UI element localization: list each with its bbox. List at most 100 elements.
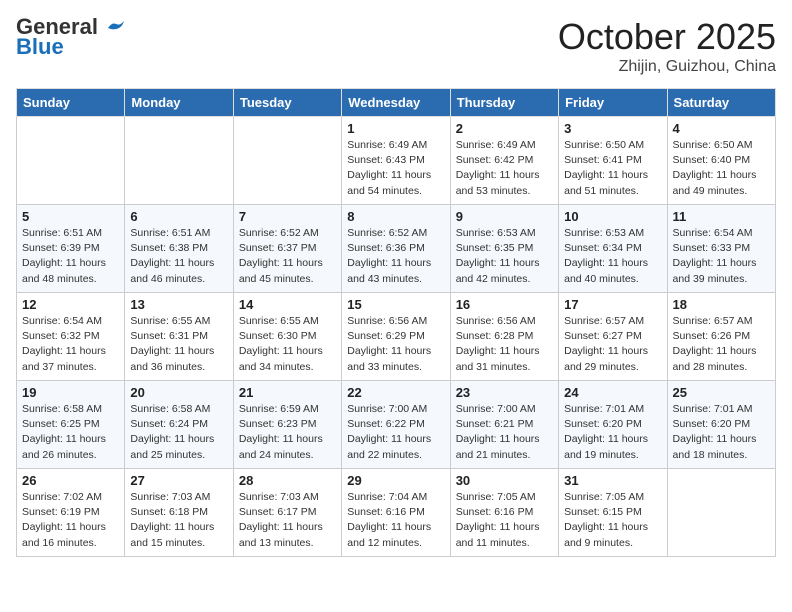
day-info: Sunrise: 6:51 AM Sunset: 6:38 PM Dayligh… bbox=[130, 226, 227, 287]
calendar-cell: 7Sunrise: 6:52 AM Sunset: 6:37 PM Daylig… bbox=[233, 205, 341, 293]
calendar-cell: 13Sunrise: 6:55 AM Sunset: 6:31 PM Dayli… bbox=[125, 293, 233, 381]
day-number: 9 bbox=[456, 209, 553, 224]
location: Zhijin, Guizhou, China bbox=[558, 58, 776, 76]
day-number: 3 bbox=[564, 121, 661, 136]
calendar-cell: 1 Sunrise: 6:49 AM Sunset: 6:43 PM Daylig… bbox=[342, 117, 450, 205]
day-info: Sunrise: 6:55 AM Sunset: 6:31 PM Dayligh… bbox=[130, 314, 227, 375]
day-number: 28 bbox=[239, 473, 336, 488]
calendar-cell: 24Sunrise: 7:01 AM Sunset: 6:20 PM Dayli… bbox=[559, 381, 667, 469]
week-row-5: 26Sunrise: 7:02 AM Sunset: 6:19 PM Dayli… bbox=[17, 469, 776, 557]
weekday-header-tuesday: Tuesday bbox=[233, 89, 341, 117]
day-number: 5 bbox=[22, 209, 119, 224]
day-number: 25 bbox=[673, 385, 770, 400]
day-info: Sunrise: 6:51 AM Sunset: 6:39 PM Dayligh… bbox=[22, 226, 119, 287]
day-info: Sunrise: 6:49 AM Sunset: 6:42 PM Dayligh… bbox=[456, 138, 553, 199]
calendar-cell: 21Sunrise: 6:59 AM Sunset: 6:23 PM Dayli… bbox=[233, 381, 341, 469]
weekday-header-saturday: Saturday bbox=[667, 89, 775, 117]
calendar-cell: 29Sunrise: 7:04 AM Sunset: 6:16 PM Dayli… bbox=[342, 469, 450, 557]
day-info: Sunrise: 6:54 AM Sunset: 6:32 PM Dayligh… bbox=[22, 314, 119, 375]
day-info: Sunrise: 7:05 AM Sunset: 6:15 PM Dayligh… bbox=[564, 490, 661, 551]
week-row-1: 1 Sunrise: 6:49 AM Sunset: 6:43 PM Daylig… bbox=[17, 117, 776, 205]
day-number: 4 bbox=[673, 121, 770, 136]
week-row-3: 12 Sunrise: 6:54 AM Sunset: 6:32 PM Dayli… bbox=[17, 293, 776, 381]
calendar-cell: 20Sunrise: 6:58 AM Sunset: 6:24 PM Dayli… bbox=[125, 381, 233, 469]
day-number: 30 bbox=[456, 473, 553, 488]
weekday-header-wednesday: Wednesday bbox=[342, 89, 450, 117]
calendar-cell: 2 Sunrise: 6:49 AM Sunset: 6:42 PM Daylig… bbox=[450, 117, 558, 205]
weekday-header-sunday: Sunday bbox=[17, 89, 125, 117]
calendar-cell bbox=[667, 469, 775, 557]
day-info: Sunrise: 6:54 AM Sunset: 6:33 PM Dayligh… bbox=[673, 226, 770, 287]
day-number: 8 bbox=[347, 209, 444, 224]
day-number: 24 bbox=[564, 385, 661, 400]
page-header: General Blue October 2025 Zhijin, Guizho… bbox=[16, 16, 776, 76]
calendar-cell: 18 Sunrise: 6:57 AM Sunset: 6:26 PM Dayli… bbox=[667, 293, 775, 381]
calendar-cell: 23Sunrise: 7:00 AM Sunset: 6:21 PM Dayli… bbox=[450, 381, 558, 469]
day-number: 2 bbox=[456, 121, 553, 136]
day-info: Sunrise: 6:57 AM Sunset: 6:27 PM Dayligh… bbox=[564, 314, 661, 375]
weekday-header-monday: Monday bbox=[125, 89, 233, 117]
calendar-cell: 19 Sunrise: 6:58 AM Sunset: 6:25 PM Dayli… bbox=[17, 381, 125, 469]
week-row-2: 5 Sunrise: 6:51 AM Sunset: 6:39 PM Daylig… bbox=[17, 205, 776, 293]
day-info: Sunrise: 6:55 AM Sunset: 6:30 PM Dayligh… bbox=[239, 314, 336, 375]
day-info: Sunrise: 6:50 AM Sunset: 6:41 PM Dayligh… bbox=[564, 138, 661, 199]
calendar-cell: 5 Sunrise: 6:51 AM Sunset: 6:39 PM Daylig… bbox=[17, 205, 125, 293]
day-info: Sunrise: 6:53 AM Sunset: 6:35 PM Dayligh… bbox=[456, 226, 553, 287]
day-info: Sunrise: 6:50 AM Sunset: 6:40 PM Dayligh… bbox=[673, 138, 770, 199]
day-info: Sunrise: 6:53 AM Sunset: 6:34 PM Dayligh… bbox=[564, 226, 661, 287]
month-title: October 2025 bbox=[558, 16, 776, 58]
day-info: Sunrise: 6:52 AM Sunset: 6:36 PM Dayligh… bbox=[347, 226, 444, 287]
day-number: 1 bbox=[347, 121, 444, 136]
day-number: 6 bbox=[130, 209, 227, 224]
calendar-cell: 8 Sunrise: 6:52 AM Sunset: 6:36 PM Daylig… bbox=[342, 205, 450, 293]
day-info: Sunrise: 6:56 AM Sunset: 6:28 PM Dayligh… bbox=[456, 314, 553, 375]
day-number: 27 bbox=[130, 473, 227, 488]
day-number: 26 bbox=[22, 473, 119, 488]
calendar-cell: 30 Sunrise: 7:05 AM Sunset: 6:16 PM Dayli… bbox=[450, 469, 558, 557]
day-number: 7 bbox=[239, 209, 336, 224]
calendar-cell: 12 Sunrise: 6:54 AM Sunset: 6:32 PM Dayli… bbox=[17, 293, 125, 381]
day-number: 16 bbox=[456, 297, 553, 312]
calendar-cell bbox=[125, 117, 233, 205]
logo-bird-icon bbox=[106, 20, 126, 36]
day-number: 14 bbox=[239, 297, 336, 312]
day-info: Sunrise: 7:03 AM Sunset: 6:17 PM Dayligh… bbox=[239, 490, 336, 551]
calendar-cell: 26Sunrise: 7:02 AM Sunset: 6:19 PM Dayli… bbox=[17, 469, 125, 557]
day-number: 23 bbox=[456, 385, 553, 400]
calendar-table: SundayMondayTuesdayWednesdayThursdayFrid… bbox=[16, 88, 776, 557]
day-info: Sunrise: 6:56 AM Sunset: 6:29 PM Dayligh… bbox=[347, 314, 444, 375]
weekday-header-thursday: Thursday bbox=[450, 89, 558, 117]
week-row-4: 19 Sunrise: 6:58 AM Sunset: 6:25 PM Dayli… bbox=[17, 381, 776, 469]
calendar-cell: 17 Sunrise: 6:57 AM Sunset: 6:27 PM Dayli… bbox=[559, 293, 667, 381]
day-number: 12 bbox=[22, 297, 119, 312]
day-info: Sunrise: 7:03 AM Sunset: 6:18 PM Dayligh… bbox=[130, 490, 227, 551]
day-number: 17 bbox=[564, 297, 661, 312]
day-info: Sunrise: 6:49 AM Sunset: 6:43 PM Dayligh… bbox=[347, 138, 444, 199]
day-number: 22 bbox=[347, 385, 444, 400]
calendar-cell: 6 Sunrise: 6:51 AM Sunset: 6:38 PM Daylig… bbox=[125, 205, 233, 293]
day-number: 19 bbox=[22, 385, 119, 400]
day-number: 10 bbox=[564, 209, 661, 224]
calendar-cell: 25 Sunrise: 7:01 AM Sunset: 6:20 PM Dayli… bbox=[667, 381, 775, 469]
weekday-header-row: SundayMondayTuesdayWednesdayThursdayFrid… bbox=[17, 89, 776, 117]
calendar-cell: 14 Sunrise: 6:55 AM Sunset: 6:30 PM Dayli… bbox=[233, 293, 341, 381]
day-info: Sunrise: 6:57 AM Sunset: 6:26 PM Dayligh… bbox=[673, 314, 770, 375]
calendar-cell: 28 Sunrise: 7:03 AM Sunset: 6:17 PM Dayli… bbox=[233, 469, 341, 557]
day-info: Sunrise: 7:00 AM Sunset: 6:22 PM Dayligh… bbox=[347, 402, 444, 463]
calendar-cell: 10 Sunrise: 6:53 AM Sunset: 6:34 PM Dayli… bbox=[559, 205, 667, 293]
day-number: 21 bbox=[239, 385, 336, 400]
day-number: 29 bbox=[347, 473, 444, 488]
day-info: Sunrise: 6:58 AM Sunset: 6:25 PM Dayligh… bbox=[22, 402, 119, 463]
day-number: 20 bbox=[130, 385, 227, 400]
day-info: Sunrise: 7:05 AM Sunset: 6:16 PM Dayligh… bbox=[456, 490, 553, 551]
calendar-cell: 31Sunrise: 7:05 AM Sunset: 6:15 PM Dayli… bbox=[559, 469, 667, 557]
day-info: Sunrise: 7:01 AM Sunset: 6:20 PM Dayligh… bbox=[673, 402, 770, 463]
weekday-header-friday: Friday bbox=[559, 89, 667, 117]
calendar-cell bbox=[17, 117, 125, 205]
day-number: 11 bbox=[673, 209, 770, 224]
logo: General Blue bbox=[16, 16, 126, 60]
day-number: 18 bbox=[673, 297, 770, 312]
calendar-cell: 16 Sunrise: 6:56 AM Sunset: 6:28 PM Dayli… bbox=[450, 293, 558, 381]
calendar-cell: 11 Sunrise: 6:54 AM Sunset: 6:33 PM Dayli… bbox=[667, 205, 775, 293]
title-block: October 2025 Zhijin, Guizhou, China bbox=[558, 16, 776, 76]
